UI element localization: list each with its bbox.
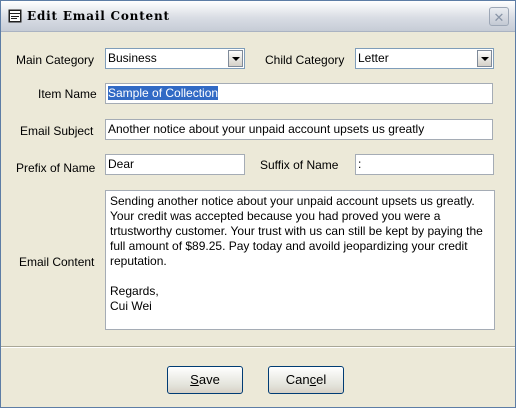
- close-button[interactable]: ✕: [489, 7, 509, 26]
- prefix-of-name-label: Prefix of Name: [16, 161, 96, 175]
- window-title: Edit Email Content: [27, 9, 170, 23]
- child-category-label: Child Category: [265, 53, 345, 67]
- app-window-icon: [8, 9, 22, 23]
- child-category-dropdown-button[interactable]: [477, 50, 492, 67]
- main-category-dropdown-button[interactable]: [228, 50, 243, 67]
- button-separator: [1, 346, 515, 348]
- title-bar[interactable]: Edit Email Content ✕: [1, 1, 515, 32]
- item-name-label: Item Name: [38, 87, 97, 101]
- suffix-of-name-input[interactable]: :: [355, 154, 494, 175]
- chevron-down-icon: [481, 57, 489, 61]
- close-icon: ✕: [493, 10, 505, 25]
- main-category-select[interactable]: Business: [105, 48, 245, 69]
- cancel-label-pre: Can: [285, 372, 310, 387]
- prefix-of-name-input[interactable]: Dear: [105, 154, 245, 175]
- save-button[interactable]: Save: [167, 366, 243, 394]
- edit-email-dialog: Edit Email Content ✕ Main Category Busin…: [0, 0, 516, 408]
- item-name-selected-text: Sample of Collection: [108, 86, 219, 100]
- email-subject-label: Email Subject: [20, 124, 94, 138]
- email-subject-input[interactable]: Another notice about your unpaid account…: [105, 119, 493, 140]
- chevron-down-icon: [232, 57, 240, 61]
- email-content-textarea[interactable]: Sending another notice about your unpaid…: [105, 190, 495, 330]
- child-category-select[interactable]: Letter: [355, 48, 494, 69]
- item-name-input[interactable]: Sample of Collection: [105, 83, 493, 104]
- save-mnemonic: S: [190, 372, 199, 387]
- suffix-of-name-label: Suffix of Name: [260, 158, 339, 172]
- main-category-value: Business: [108, 51, 157, 65]
- child-category-value: Letter: [358, 51, 389, 65]
- main-category-label: Main Category: [16, 53, 95, 67]
- cancel-label-rest: el: [316, 372, 327, 387]
- save-label-rest: ave: [198, 372, 220, 387]
- email-content-label: Email Content: [19, 255, 95, 269]
- cancel-button[interactable]: Cancel: [268, 366, 344, 394]
